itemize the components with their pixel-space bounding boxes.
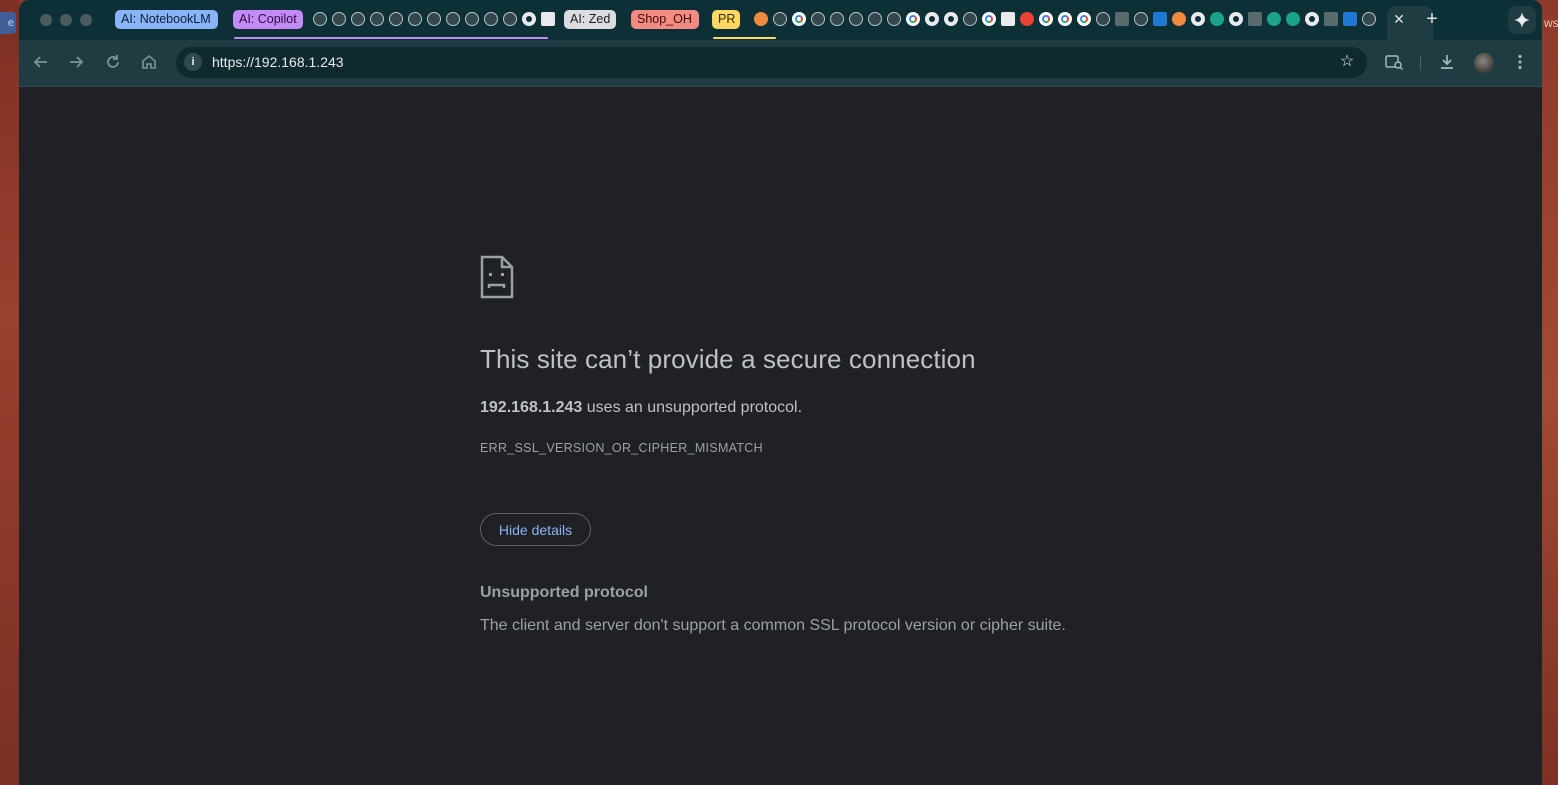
tab-favicon-globe-icon[interactable] xyxy=(351,12,365,26)
address-bar[interactable]: i https://192.168.1.243 ☆ xyxy=(176,47,1367,78)
forward-icon[interactable] xyxy=(65,51,87,73)
tab-favicon-teal-icon[interactable] xyxy=(1286,12,1300,26)
tab-favicon-google-icon[interactable] xyxy=(906,12,920,26)
tab-favicon-globe-icon[interactable] xyxy=(849,12,863,26)
error-page: This site can’t provide a secure connect… xyxy=(19,87,1542,785)
background-window-sliver-right: ws xyxy=(1544,16,1558,30)
tab-favicon-github-icon[interactable] xyxy=(925,12,939,26)
tab-favicon-globe-icon[interactable] xyxy=(811,12,825,26)
tab-favicon-github-icon[interactable] xyxy=(1229,12,1243,26)
avatar[interactable] xyxy=(1474,53,1494,73)
tab-favicon-orange-icon[interactable] xyxy=(754,12,768,26)
tab-favicon-globe-icon[interactable] xyxy=(1096,12,1110,26)
tab-favicon-white-icon[interactable] xyxy=(541,12,555,26)
tab-favicon-red-icon[interactable] xyxy=(1020,12,1034,26)
tab-favicon-dark-icon[interactable] xyxy=(1324,12,1338,26)
copilot-group-underline xyxy=(234,37,548,39)
tab-favicon-google-icon[interactable] xyxy=(1077,12,1091,26)
tab-favicon-globe-icon[interactable] xyxy=(887,12,901,26)
toolbar-divider xyxy=(1420,56,1421,70)
tab-favicon-globe-icon[interactable] xyxy=(465,12,479,26)
home-icon[interactable] xyxy=(138,51,160,73)
info-icon[interactable]: i xyxy=(184,53,202,71)
details-text: The client and server don't support a co… xyxy=(480,617,1066,634)
desktop-right-edge: ws xyxy=(1542,0,1558,785)
tab-favicon-orange-icon[interactable] xyxy=(1172,12,1186,26)
back-icon[interactable] xyxy=(30,51,52,73)
tab-favicon-globe-icon[interactable] xyxy=(313,12,327,26)
tab-favicon-globe-icon[interactable] xyxy=(963,12,977,26)
tab-favicon-globe-icon[interactable] xyxy=(389,12,403,26)
tab-favicon-github-icon[interactable] xyxy=(522,12,536,26)
error-headline: This site can’t provide a secure connect… xyxy=(480,344,976,374)
tab-favicon-dark-icon[interactable] xyxy=(1248,12,1262,26)
tab-favicon-globe-icon[interactable] xyxy=(408,12,422,26)
error-summary-text: uses an unsupported protocol. xyxy=(582,399,803,416)
tab-favicon-teal-icon[interactable] xyxy=(1210,12,1224,26)
download-icon[interactable] xyxy=(1436,51,1458,73)
tab-favicon-google-icon[interactable] xyxy=(1058,12,1072,26)
tab-favicon-google-icon[interactable] xyxy=(792,12,806,26)
window-minimize-control[interactable] xyxy=(60,14,72,26)
hide-details-button[interactable]: Hide details xyxy=(480,513,591,546)
error-code: ERR_SSL_VERSION_OR_CIPHER_MISMATCH xyxy=(480,441,763,455)
error-summary: 192.168.1.243 uses an unsupported protoc… xyxy=(480,399,802,417)
pr-group-underline xyxy=(713,37,776,39)
tab-favicon-google-icon[interactable] xyxy=(1039,12,1053,26)
tab-favicon-github-icon[interactable] xyxy=(944,12,958,26)
tab-favicon-teal-icon[interactable] xyxy=(1267,12,1281,26)
error-host: 192.168.1.243 xyxy=(480,399,583,416)
details-title: Unsupported protocol xyxy=(480,584,648,601)
tab-favicon-globe-icon[interactable] xyxy=(503,12,517,26)
sad-page-icon xyxy=(480,255,514,299)
tab-favicon-blue-icon[interactable] xyxy=(1153,12,1167,26)
window-close-control[interactable] xyxy=(40,14,52,26)
tab-favicon-globe-icon[interactable] xyxy=(484,12,498,26)
tab-favicon-globe-icon[interactable] xyxy=(370,12,384,26)
star-icon[interactable]: ☆ xyxy=(1337,52,1357,72)
tab-strip: AI: NotebookLM AI: Copilot AI: Zed Shop_… xyxy=(19,0,1542,40)
tab-favicon-globe-icon[interactable] xyxy=(773,12,787,26)
tab-favicon-globe-icon[interactable] xyxy=(830,12,844,26)
close-tab-icon[interactable]: ✕ xyxy=(1389,9,1409,29)
background-window-sliver: e xyxy=(0,12,16,34)
tab-favicon-white-icon[interactable] xyxy=(1001,12,1015,26)
tab-favicon-globe-icon[interactable] xyxy=(427,12,441,26)
browser-toolbar: i https://192.168.1.243 ☆ xyxy=(19,40,1542,87)
tab-favicon-blue-icon[interactable] xyxy=(1343,12,1357,26)
tab-favicon-globe-icon[interactable] xyxy=(446,12,460,26)
menu-icon[interactable] xyxy=(1509,51,1531,73)
tab-favicon-globe-icon[interactable] xyxy=(1134,12,1148,26)
tab-favicon-globe-icon[interactable] xyxy=(868,12,882,26)
tab-favicon-github-icon[interactable] xyxy=(1191,12,1205,26)
tab-group-ai-copilot[interactable]: AI: Copilot xyxy=(233,10,303,29)
tab-favicon-globe-icon[interactable] xyxy=(332,12,346,26)
window-zoom-control[interactable] xyxy=(80,14,92,26)
tab-favicon-dark-icon[interactable] xyxy=(1115,12,1129,26)
tab-favicon-globe-icon[interactable] xyxy=(1362,12,1376,26)
tab-group-shop-oh[interactable]: Shop_OH xyxy=(631,10,699,29)
tab-group-pr[interactable]: PR xyxy=(712,10,740,29)
reload-icon[interactable] xyxy=(102,51,124,73)
screen-search-icon[interactable] xyxy=(1383,51,1405,73)
tab-favicon-github-icon[interactable] xyxy=(1305,12,1319,26)
tab-group-ai-notebooklm[interactable]: AI: NotebookLM xyxy=(115,10,218,29)
desktop-left-edge: e xyxy=(0,0,19,785)
gemini-icon[interactable] xyxy=(1508,6,1536,34)
browser-window: AI: NotebookLM AI: Copilot AI: Zed Shop_… xyxy=(19,0,1542,785)
tab-favicon-google-icon[interactable] xyxy=(982,12,996,26)
new-tab-button[interactable]: + xyxy=(1422,9,1442,29)
tab-group-ai-zed[interactable]: AI: Zed xyxy=(564,10,616,29)
url-text[interactable]: https://192.168.1.243 xyxy=(212,47,344,78)
